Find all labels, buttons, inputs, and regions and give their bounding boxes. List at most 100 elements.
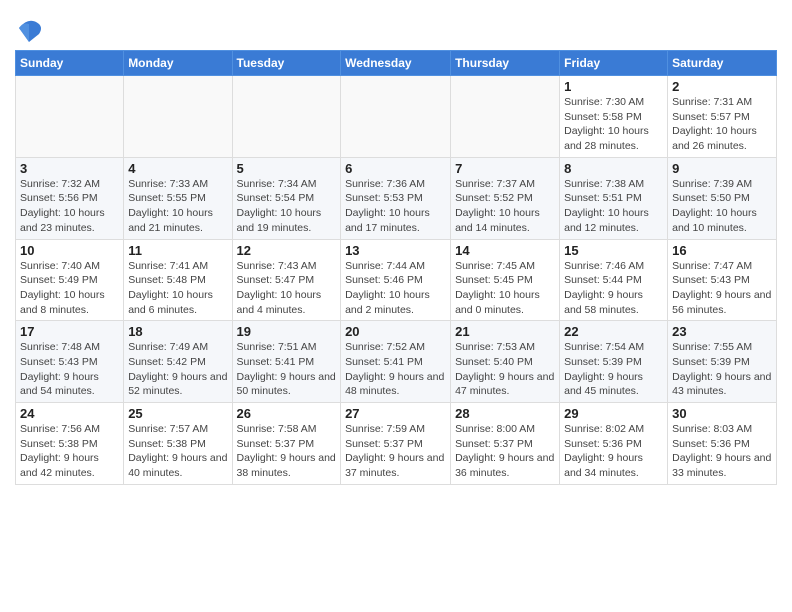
page-container: SundayMondayTuesdayWednesdayThursdayFrid… [0,0,792,495]
calendar-cell [232,76,341,158]
day-number: 28 [455,406,555,421]
day-number: 22 [564,324,663,339]
day-number: 29 [564,406,663,421]
calendar-cell: 20Sunrise: 7:52 AM Sunset: 5:41 PM Dayli… [341,321,451,403]
calendar-cell: 10Sunrise: 7:40 AM Sunset: 5:49 PM Dayli… [16,239,124,321]
weekday-header: Friday [560,51,668,76]
day-number: 4 [128,161,227,176]
calendar-week-row: 24Sunrise: 7:56 AM Sunset: 5:38 PM Dayli… [16,403,777,485]
calendar-cell: 19Sunrise: 7:51 AM Sunset: 5:41 PM Dayli… [232,321,341,403]
calendar-cell: 25Sunrise: 7:57 AM Sunset: 5:38 PM Dayli… [124,403,232,485]
day-number: 21 [455,324,555,339]
day-info: Sunrise: 7:51 AM Sunset: 5:41 PM Dayligh… [237,340,337,399]
calendar-cell: 30Sunrise: 8:03 AM Sunset: 5:36 PM Dayli… [668,403,777,485]
calendar-cell: 27Sunrise: 7:59 AM Sunset: 5:37 PM Dayli… [341,403,451,485]
logo [15,14,46,42]
day-number: 20 [345,324,446,339]
calendar-cell: 23Sunrise: 7:55 AM Sunset: 5:39 PM Dayli… [668,321,777,403]
weekday-header: Sunday [16,51,124,76]
day-info: Sunrise: 8:02 AM Sunset: 5:36 PM Dayligh… [564,422,663,481]
calendar-cell [16,76,124,158]
calendar-cell: 17Sunrise: 7:48 AM Sunset: 5:43 PM Dayli… [16,321,124,403]
calendar-header-row: SundayMondayTuesdayWednesdayThursdayFrid… [16,51,777,76]
calendar-cell: 29Sunrise: 8:02 AM Sunset: 5:36 PM Dayli… [560,403,668,485]
weekday-header: Saturday [668,51,777,76]
calendar-cell [451,76,560,158]
day-number: 7 [455,161,555,176]
day-info: Sunrise: 7:56 AM Sunset: 5:38 PM Dayligh… [20,422,119,481]
calendar-cell: 18Sunrise: 7:49 AM Sunset: 5:42 PM Dayli… [124,321,232,403]
weekday-header: Tuesday [232,51,341,76]
calendar-cell [124,76,232,158]
day-number: 6 [345,161,446,176]
calendar-cell: 2Sunrise: 7:31 AM Sunset: 5:57 PM Daylig… [668,76,777,158]
day-info: Sunrise: 7:48 AM Sunset: 5:43 PM Dayligh… [20,340,119,399]
calendar-week-row: 10Sunrise: 7:40 AM Sunset: 5:49 PM Dayli… [16,239,777,321]
day-number: 23 [672,324,772,339]
calendar-cell [341,76,451,158]
day-info: Sunrise: 7:55 AM Sunset: 5:39 PM Dayligh… [672,340,772,399]
day-info: Sunrise: 7:46 AM Sunset: 5:44 PM Dayligh… [564,259,663,318]
day-info: Sunrise: 7:40 AM Sunset: 5:49 PM Dayligh… [20,259,119,318]
calendar-week-row: 1Sunrise: 7:30 AM Sunset: 5:58 PM Daylig… [16,76,777,158]
calendar-table: SundayMondayTuesdayWednesdayThursdayFrid… [15,50,777,485]
day-info: Sunrise: 8:03 AM Sunset: 5:36 PM Dayligh… [672,422,772,481]
calendar-cell: 21Sunrise: 7:53 AM Sunset: 5:40 PM Dayli… [451,321,560,403]
calendar-cell: 8Sunrise: 7:38 AM Sunset: 5:51 PM Daylig… [560,157,668,239]
day-info: Sunrise: 7:41 AM Sunset: 5:48 PM Dayligh… [128,259,227,318]
day-number: 9 [672,161,772,176]
day-info: Sunrise: 7:37 AM Sunset: 5:52 PM Dayligh… [455,177,555,236]
calendar-cell: 9Sunrise: 7:39 AM Sunset: 5:50 PM Daylig… [668,157,777,239]
day-info: Sunrise: 7:39 AM Sunset: 5:50 PM Dayligh… [672,177,772,236]
calendar-cell: 1Sunrise: 7:30 AM Sunset: 5:58 PM Daylig… [560,76,668,158]
day-info: Sunrise: 7:59 AM Sunset: 5:37 PM Dayligh… [345,422,446,481]
day-info: Sunrise: 7:34 AM Sunset: 5:54 PM Dayligh… [237,177,337,236]
day-number: 3 [20,161,119,176]
logo-icon [15,14,43,42]
calendar-cell: 14Sunrise: 7:45 AM Sunset: 5:45 PM Dayli… [451,239,560,321]
day-number: 16 [672,243,772,258]
day-number: 17 [20,324,119,339]
calendar-cell: 3Sunrise: 7:32 AM Sunset: 5:56 PM Daylig… [16,157,124,239]
day-number: 18 [128,324,227,339]
day-number: 19 [237,324,337,339]
day-info: Sunrise: 7:47 AM Sunset: 5:43 PM Dayligh… [672,259,772,318]
day-number: 14 [455,243,555,258]
day-number: 15 [564,243,663,258]
calendar-cell: 13Sunrise: 7:44 AM Sunset: 5:46 PM Dayli… [341,239,451,321]
calendar-cell: 11Sunrise: 7:41 AM Sunset: 5:48 PM Dayli… [124,239,232,321]
day-number: 8 [564,161,663,176]
day-number: 10 [20,243,119,258]
day-info: Sunrise: 7:45 AM Sunset: 5:45 PM Dayligh… [455,259,555,318]
day-number: 5 [237,161,337,176]
day-info: Sunrise: 7:54 AM Sunset: 5:39 PM Dayligh… [564,340,663,399]
day-info: Sunrise: 7:33 AM Sunset: 5:55 PM Dayligh… [128,177,227,236]
day-number: 11 [128,243,227,258]
calendar-cell: 24Sunrise: 7:56 AM Sunset: 5:38 PM Dayli… [16,403,124,485]
day-info: Sunrise: 7:43 AM Sunset: 5:47 PM Dayligh… [237,259,337,318]
calendar-cell: 28Sunrise: 8:00 AM Sunset: 5:37 PM Dayli… [451,403,560,485]
day-info: Sunrise: 7:32 AM Sunset: 5:56 PM Dayligh… [20,177,119,236]
day-info: Sunrise: 7:31 AM Sunset: 5:57 PM Dayligh… [672,95,772,154]
calendar-cell: 15Sunrise: 7:46 AM Sunset: 5:44 PM Dayli… [560,239,668,321]
day-number: 1 [564,79,663,94]
day-info: Sunrise: 7:49 AM Sunset: 5:42 PM Dayligh… [128,340,227,399]
day-number: 13 [345,243,446,258]
day-info: Sunrise: 8:00 AM Sunset: 5:37 PM Dayligh… [455,422,555,481]
day-number: 27 [345,406,446,421]
day-info: Sunrise: 7:36 AM Sunset: 5:53 PM Dayligh… [345,177,446,236]
day-number: 12 [237,243,337,258]
calendar-cell: 7Sunrise: 7:37 AM Sunset: 5:52 PM Daylig… [451,157,560,239]
weekday-header: Monday [124,51,232,76]
day-number: 24 [20,406,119,421]
page-header [15,10,777,42]
calendar-week-row: 17Sunrise: 7:48 AM Sunset: 5:43 PM Dayli… [16,321,777,403]
calendar-cell: 4Sunrise: 7:33 AM Sunset: 5:55 PM Daylig… [124,157,232,239]
day-number: 25 [128,406,227,421]
calendar-cell: 16Sunrise: 7:47 AM Sunset: 5:43 PM Dayli… [668,239,777,321]
day-number: 26 [237,406,337,421]
weekday-header: Thursday [451,51,560,76]
day-number: 2 [672,79,772,94]
calendar-cell: 6Sunrise: 7:36 AM Sunset: 5:53 PM Daylig… [341,157,451,239]
day-info: Sunrise: 7:53 AM Sunset: 5:40 PM Dayligh… [455,340,555,399]
